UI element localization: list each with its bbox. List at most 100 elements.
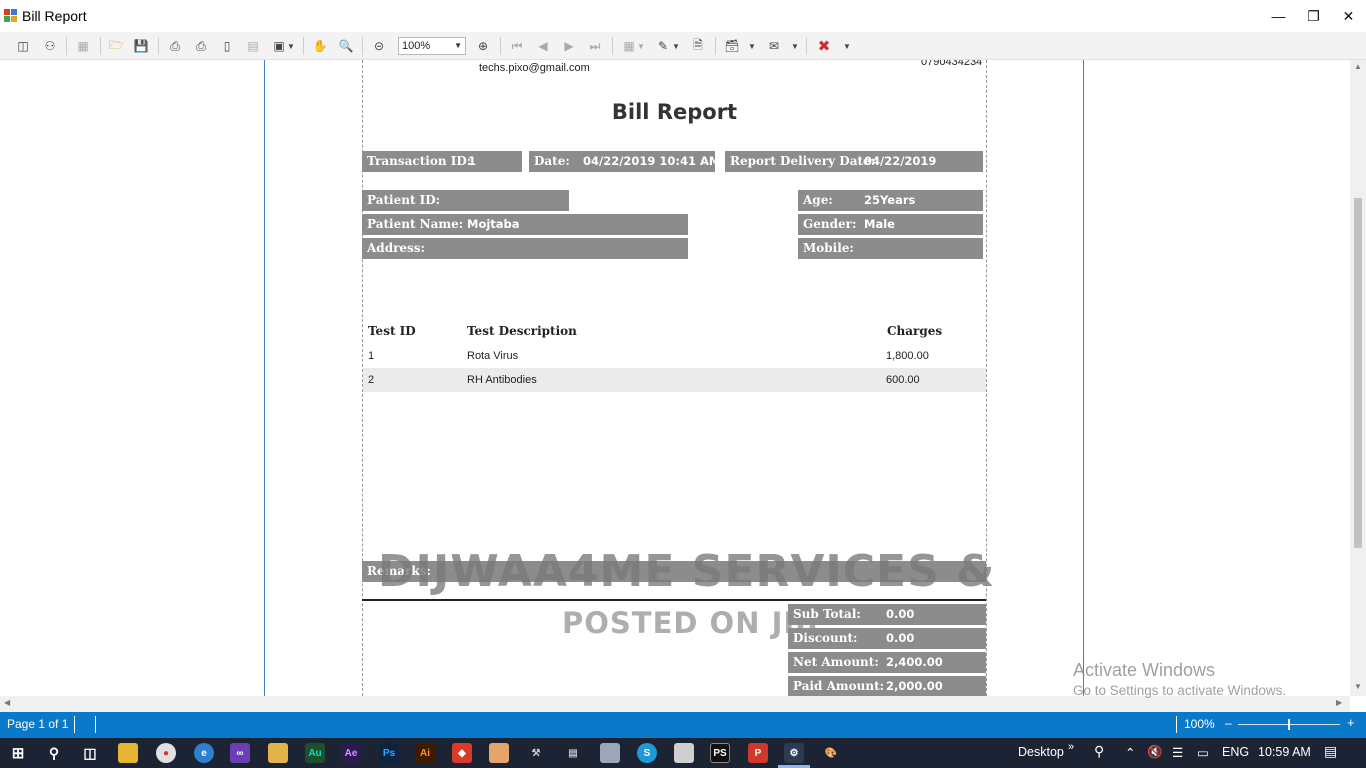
file-explorer-icon[interactable] [118,743,138,763]
page-setup-icon[interactable]: ▯ [218,37,236,55]
export-icon[interactable]: 🗃 [723,37,741,55]
toggle-tree-icon[interactable]: ◫ [14,37,32,55]
scroll-left-icon[interactable]: ◀ [4,698,10,707]
volume-muted-icon[interactable]: 🔇 [1147,745,1163,760]
crystal-reports-icon[interactable]: ⚙ [784,743,804,763]
close-preview-icon[interactable]: ✖ [815,37,833,55]
zoom-plus-icon[interactable]: + [1347,715,1355,730]
email-icon[interactable]: ✉ [765,37,783,55]
close-icon[interactable]: ✕ [1331,0,1366,32]
language-indicator[interactable]: ENG [1222,745,1249,759]
row-2-test-description: RH Antibodies [467,374,537,386]
title-bar: Bill Report — ❐ ✕ [0,0,1366,32]
anydesk-icon[interactable]: ◆ [452,743,472,763]
p-app-icon[interactable]: P [748,743,768,763]
background-dropdown-icon[interactable]: ▼ [671,37,681,55]
save-icon[interactable]: 💾 [132,37,150,55]
company-email: techs.pixo@gmail.com [479,62,590,74]
multipage-dropdown-icon[interactable]: ▼ [636,37,646,55]
gender-bar: Gender: Male [798,214,983,235]
find-binoculars-icon[interactable]: ⚇ [41,37,59,55]
company-phone: 0790434234 [921,60,983,68]
sql-server-icon[interactable] [600,743,620,763]
desktop-toolbar-label[interactable]: Desktop [1018,745,1064,759]
network-icon[interactable]: ☰ [1172,745,1183,760]
calendar-app-icon[interactable] [674,743,694,763]
patient-id-bar: Patient ID: [362,190,569,211]
report-toolbar: ◫ ⚇ ▦ 🗁 💾 ⎙ ⎙ ▯ ▤ ▣ ▼ ✋ 🔍 ⊝ ⊕ ⏮ ◀ ▶ ⏭ ▦ … [0,32,1366,60]
restore-icon[interactable]: ❐ [1296,0,1331,32]
quick-print-icon[interactable]: ⎙ [192,37,210,55]
after-effects-icon[interactable]: Ae [341,743,361,763]
last-page-icon[interactable]: ⏭ [586,37,604,55]
patient-id-label: Patient ID: [367,193,441,207]
minimize-icon[interactable]: — [1261,0,1296,32]
scroll-up-icon[interactable]: ▲ [1350,62,1366,71]
paint-icon[interactable] [489,743,509,763]
subtotal-label: Sub Total: [793,607,861,621]
date-label: Date: [534,154,570,168]
paint-palette-icon[interactable]: 🎨 [821,743,841,763]
zoom-minus-icon[interactable]: – [1225,716,1232,730]
double-chevron-icon[interactable]: » [1068,741,1074,753]
task-view-icon[interactable]: ◫ [80,743,100,763]
open-folder-icon[interactable]: 🗁 [107,37,125,55]
magnifier-icon[interactable]: 🔍 [337,37,355,55]
windows-start-icon[interactable]: ⊞ [8,743,28,763]
zoom-slider-knob[interactable] [1288,719,1290,730]
activate-windows-notice: Activate Windows Go to Settings to activ… [1073,660,1286,698]
zoom-slider[interactable] [1238,719,1340,730]
report-viewport[interactable]: techs.pixo@gmail.com 0790434234 Bill Rep… [0,60,1350,696]
zoom-out-icon[interactable]: ⊝ [370,37,388,55]
chrome-icon[interactable]: ● [156,743,176,763]
illustrator-icon[interactable]: Ai [415,743,435,763]
vertical-scroll-thumb[interactable] [1354,198,1362,548]
scale-dropdown-icon[interactable]: ▼ [286,37,296,55]
photoshop-icon[interactable]: Ps [379,743,399,763]
tools-icon[interactable]: ⚒ [526,743,546,763]
email-dropdown-icon[interactable]: ▼ [790,37,800,55]
watermark-line-1: DIJWAA4ME SERVICES & [378,546,996,597]
report-app-icon [4,9,18,23]
row-2-charges: 600.00 [886,374,920,386]
database-icon[interactable]: ▤ [563,743,583,763]
people-icon[interactable]: ⚲ [1094,743,1104,760]
first-page-icon[interactable]: ⏮ [508,37,526,55]
delivery-date-label: Report Delivery Date: [730,154,876,168]
window-title: Bill Report [22,8,87,24]
hand-tool-icon[interactable]: ✋ [311,37,329,55]
zoom-in-icon[interactable]: ⊕ [474,37,492,55]
edge-icon[interactable]: e [194,743,214,763]
print-icon[interactable]: ⎙ [166,37,184,55]
search-icon[interactable]: ⚲ [44,743,64,763]
toolbar-overflow-icon[interactable]: ▼ [838,37,856,55]
phpstorm-icon[interactable]: PS [710,743,730,763]
discount-bar: Discount: 0.00 [788,628,986,649]
page-layout-icon[interactable]: ▤ [244,37,262,55]
vertical-scrollbar[interactable]: ▲ ▼ [1350,60,1366,696]
zoom-combo[interactable]: 100% ▼ [398,37,466,55]
horizontal-scrollbar[interactable]: ◀ ▶ [0,696,1350,712]
system-clock[interactable]: 10:59 AM [1258,745,1311,759]
group-tree-icon[interactable]: ▦ [74,37,92,55]
status-bar: Page 1 of 1 100% – + [0,712,1366,738]
notification-center-icon[interactable]: ▤ [1324,743,1337,760]
battery-icon[interactable]: ▭ [1197,745,1209,760]
background-color-icon[interactable]: ✎ [654,37,672,55]
previous-page-icon[interactable]: ◀ [534,37,552,55]
totals-divider [362,599,986,601]
skype-icon[interactable]: S [637,743,657,763]
scroll-down-icon[interactable]: ▼ [1350,682,1366,691]
column-header-test-id: Test ID [368,324,416,338]
sticky-notes-icon[interactable] [268,743,288,763]
net-amount-label: Net Amount: [793,655,879,669]
chevron-up-icon[interactable]: ⌃ [1125,745,1135,760]
audition-icon[interactable]: Au [305,743,325,763]
visual-studio-icon[interactable]: ∞ [230,743,250,763]
watermark-icon[interactable]: 🗎 [689,37,707,55]
export-dropdown-icon[interactable]: ▼ [747,37,757,55]
transaction-id-label: Transaction ID: [367,154,472,168]
chevron-down-icon[interactable]: ▼ [454,38,462,54]
next-page-icon[interactable]: ▶ [560,37,578,55]
scroll-right-icon[interactable]: ▶ [1336,698,1342,707]
